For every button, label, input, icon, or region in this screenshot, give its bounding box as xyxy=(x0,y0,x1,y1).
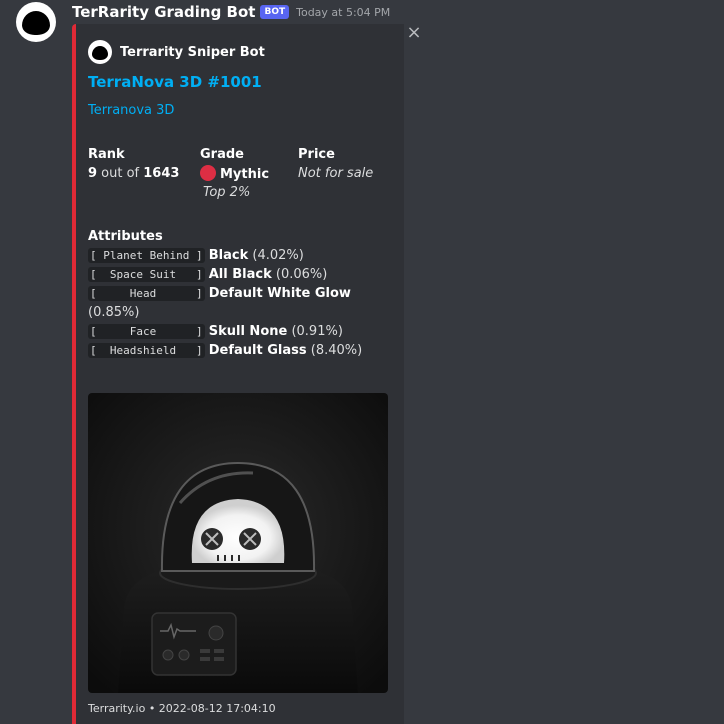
field-grade: Grade Mythic Top 2% xyxy=(200,147,269,202)
attribute-row: [ Headshield ] Default Glass (8.40%) xyxy=(88,341,388,360)
attribute-percent: (0.85%) xyxy=(88,305,140,320)
field-attributes-name: Attributes xyxy=(88,229,163,244)
embed-footer: Terrarity.io • 2022-08-12 17:04:10 xyxy=(88,702,276,715)
field-attributes: Attributes [ Planet Behind ] Black (4.02… xyxy=(88,229,388,360)
close-icon[interactable]: × xyxy=(404,24,424,42)
message-header: TerRarity Grading Bot BOT Today at 5:04 … xyxy=(72,2,390,22)
red-circle-icon xyxy=(200,165,216,181)
attribute-value: Default Glass xyxy=(208,343,307,358)
message-timestamp: Today at 5:04 PM xyxy=(296,5,391,19)
avatar-logo-icon xyxy=(22,11,50,35)
attribute-key: [ Space Suit ] xyxy=(88,267,205,282)
field-rank: Rank 9 out of 1643 xyxy=(88,147,179,183)
embed-author: Terrarity Sniper Bot xyxy=(88,40,265,64)
attribute-row: [ Planet Behind ] Black (4.02%) xyxy=(88,246,388,265)
attribute-key: [ Planet Behind ] xyxy=(88,248,205,263)
attribute-key: [ Face ] xyxy=(88,324,205,339)
attribute-row: [ Space Suit ] All Black (0.06%) xyxy=(88,265,388,284)
attribute-value: Default White Glow xyxy=(208,286,351,301)
bot-tag: BOT xyxy=(260,5,290,19)
field-grade-value: Mythic xyxy=(200,165,269,184)
astronaut-skull-illustration xyxy=(88,393,388,693)
embed-title-link[interactable]: TerraNova 3D #1001 xyxy=(88,73,262,91)
field-price-name: Price xyxy=(298,147,335,162)
attribute-percent: (8.40%) xyxy=(306,343,363,358)
collection-link[interactable]: Terranova 3D xyxy=(88,103,174,118)
field-price: Price Not for sale xyxy=(298,147,373,183)
attribute-row: [ Head ] Default White Glow (0.85%) xyxy=(88,284,388,322)
author-logo-icon xyxy=(88,40,112,64)
field-rank-name: Rank xyxy=(88,147,125,162)
author-name: Terrarity Sniper Bot xyxy=(120,44,265,60)
attribute-value: Skull None xyxy=(208,324,288,339)
field-rank-value: 9 out of 1643 xyxy=(88,166,180,181)
attribute-key: [ Head ] xyxy=(88,286,205,301)
field-grade-name: Grade xyxy=(200,147,244,162)
chat-message: TerRarity Grading Bot BOT Today at 5:04 … xyxy=(0,0,724,724)
attribute-row: [ Face ] Skull None (0.91%) xyxy=(88,322,388,341)
attribute-percent: (0.91%) xyxy=(287,324,343,339)
attribute-value: Black xyxy=(208,248,249,263)
attribute-value: All Black xyxy=(208,267,272,282)
username[interactable]: TerRarity Grading Bot xyxy=(72,3,255,21)
attribute-percent: (0.06%) xyxy=(271,267,328,282)
nft-image[interactable] xyxy=(88,393,388,693)
attribute-percent: (4.02%) xyxy=(248,248,304,263)
field-grade-subvalue: Top 2% xyxy=(203,185,251,200)
embed-card: Terrarity Sniper Bot TerraNova 3D #1001 … xyxy=(72,24,404,724)
field-price-value: Not for sale xyxy=(298,166,374,181)
attribute-key: [ Headshield ] xyxy=(88,343,205,358)
bot-avatar[interactable] xyxy=(16,2,56,42)
